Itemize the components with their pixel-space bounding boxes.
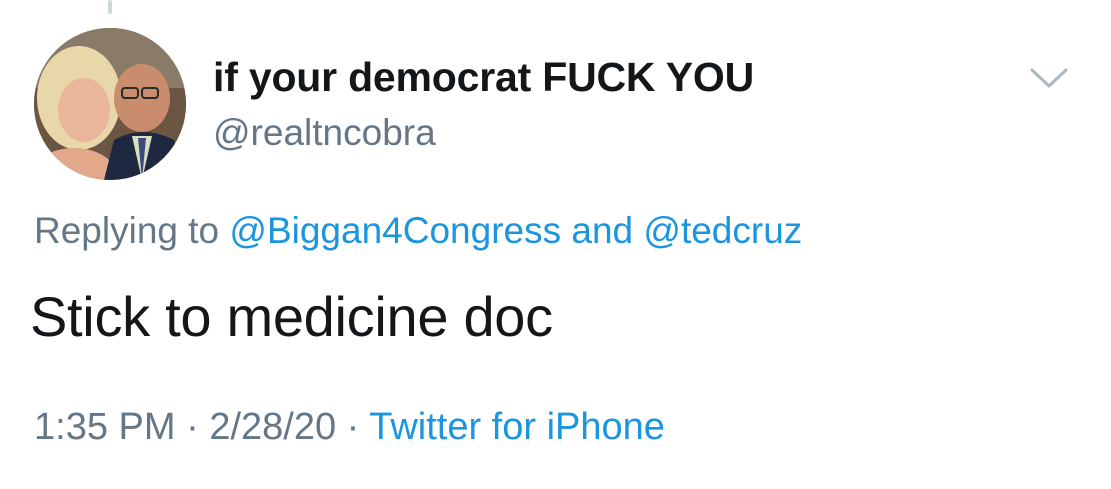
tweet-date[interactable]: 2/28/20 — [209, 406, 336, 448]
user-handle[interactable]: @realtncobra — [213, 112, 436, 154]
display-name[interactable]: if your democrat FUCK YOU — [213, 54, 754, 101]
thread-connector-line — [108, 0, 112, 14]
meta-separator: · — [346, 406, 360, 448]
chevron-down-icon[interactable] — [1028, 64, 1070, 92]
mention-link-tedcruz[interactable]: @tedcruz — [643, 210, 802, 251]
avatar-photo — [34, 28, 186, 180]
meta-separator: · — [186, 406, 199, 448]
mention-link-biggan4congress[interactable]: @Biggan4Congress — [229, 210, 561, 251]
tweet-source-link[interactable]: Twitter for iPhone — [369, 406, 665, 448]
tweet-metadata: 1:35 PM · 2/28/20 · Twitter for iPhone — [34, 406, 665, 449]
avatar[interactable] — [34, 28, 186, 180]
replying-to-label: Replying to — [34, 210, 220, 251]
reply-conjunction[interactable]: and — [571, 210, 633, 251]
tweet-text: Stick to medicine doc — [30, 285, 553, 348]
replying-to-line: Replying to @Biggan4Congress and @tedcru… — [34, 210, 802, 252]
tweet-time[interactable]: 1:35 PM — [34, 406, 176, 448]
